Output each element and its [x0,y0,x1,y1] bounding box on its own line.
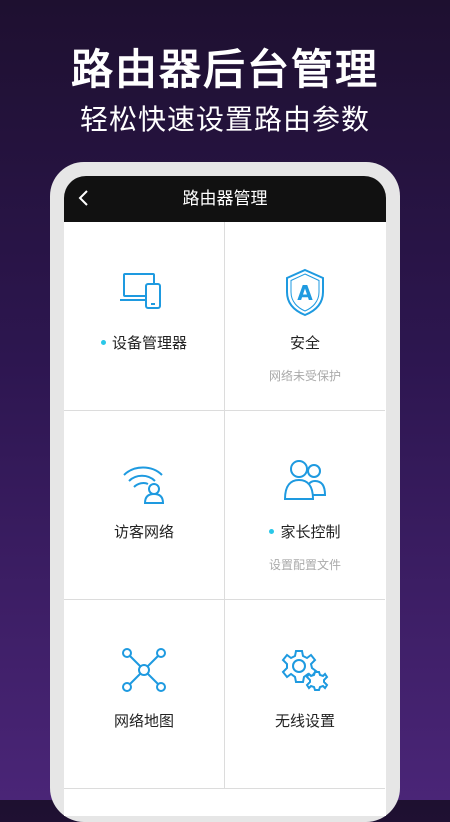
parental-users-icon [279,455,331,507]
svg-text:A: A [297,281,313,305]
tile-label: 网络地图 [114,710,174,731]
tile-label-text: 访客网络 [113,523,174,541]
gear-icon [279,644,331,696]
title-bar: 路由器管理 [64,176,386,222]
tile-label-text: 无线设置 [274,712,335,730]
tile-status: 设置配置文件 [268,558,341,572]
guest-wifi-icon [118,455,170,507]
tile-network-map[interactable]: 网络地图 [64,600,225,789]
promo-subline: 轻松快速设置路由参数 [79,103,370,136]
tile-guest-network[interactable]: 访客网络 [64,411,225,600]
tile-label: 访客网络 [114,521,174,542]
tile-label: 安全 [290,332,320,353]
status-dot [100,340,106,345]
tile-wireless-settings[interactable]: 无线设置 [225,600,385,789]
tile-label-text: 安全 [289,334,320,352]
tile-label: 无线设置 [275,710,335,731]
tile-device-manager[interactable]: 设备管理器 [64,222,225,411]
tile-parental-control[interactable]: 家长控制 设置配置文件 [225,411,385,600]
tile-label-text: 网络地图 [113,712,174,730]
tile-label-text: 设备管理器 [111,334,187,352]
promo-headline: 路由器后台管理 [70,45,379,94]
tile-status: 网络未受保护 [268,369,341,383]
network-map-icon [118,644,170,696]
app-screen: 路由器管理 设备管理器 A 安全 网络未受保护 访客网络 家长控制 设置配置文件… [64,176,386,816]
devices-icon [118,266,170,318]
tile-security[interactable]: A 安全 网络未受保护 [225,222,385,411]
tile-label: 设备管理器 [100,332,187,353]
status-dot [269,529,275,534]
shield-icon: A [279,266,331,318]
phone-frame: 路由器管理 设备管理器 A 安全 网络未受保护 访客网络 家长控制 设置配置文件… [50,162,400,822]
feature-grid: 设备管理器 A 安全 网络未受保护 访客网络 家长控制 设置配置文件 网络地图 … [64,222,386,816]
screen-title: 路由器管理 [182,189,268,209]
tile-label-text: 家长控制 [280,523,341,541]
tile-label: 家长控制 [269,521,341,542]
